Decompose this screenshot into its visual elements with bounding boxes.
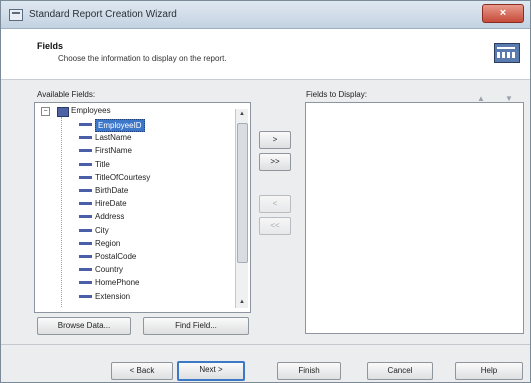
field-icon: [79, 136, 92, 140]
vertical-scrollbar[interactable]: ▲ ▲: [235, 109, 248, 308]
browse-data-button[interactable]: Browse Data...: [37, 317, 131, 335]
field-icon: [79, 228, 92, 232]
field-item[interactable]: PostalCode: [79, 251, 229, 262]
wizard-header: Fields Choose the information to display…: [1, 29, 530, 80]
field-icon: [79, 189, 92, 192]
field-label: HomePhone: [95, 278, 140, 288]
field-icon: [79, 294, 92, 298]
field-item[interactable]: Country: [79, 264, 229, 275]
field-item[interactable]: FirstName: [79, 145, 229, 156]
scroll-down-icon[interactable]: ▲: [236, 297, 248, 308]
field-label: BirthDate: [95, 186, 129, 195]
field-label: City: [95, 225, 109, 235]
field-item[interactable]: HomePhone: [79, 277, 229, 288]
field-label: TitleOfCourtesy: [95, 172, 151, 182]
scroll-thumb[interactable]: [237, 123, 248, 263]
remove-field-button[interactable]: <: [259, 195, 291, 213]
tree-root-employees[interactable]: Employees: [71, 106, 111, 115]
field-item[interactable]: LastName: [79, 132, 229, 143]
field-item[interactable]: Title: [79, 159, 229, 170]
field-icon: [79, 255, 92, 258]
back-button[interactable]: < Back: [111, 362, 173, 380]
field-label: Region: [95, 238, 121, 248]
wizard-window: Standard Report Creation Wizard × Fields…: [0, 0, 531, 383]
field-label: HireDate: [95, 199, 127, 209]
add-all-fields-button[interactable]: >>: [259, 153, 291, 171]
field-label: PostalCode: [95, 252, 137, 261]
field-icon: [79, 241, 92, 245]
app-icon: [9, 9, 23, 21]
field-item[interactable]: Region: [79, 238, 229, 249]
field-item[interactable]: Address: [79, 211, 229, 222]
report-icon: [494, 43, 520, 63]
remove-all-fields-button[interactable]: <<: [259, 217, 291, 235]
field-item[interactable]: HireDate: [79, 198, 229, 209]
table-icon: [57, 107, 69, 117]
available-fields-tree[interactable]: − Employees EmployeeID LastName FirstName T…: [34, 102, 251, 313]
field-icon: [79, 123, 92, 126]
footer-divider: [1, 344, 530, 345]
field-icon: [79, 215, 92, 219]
window-title: Standard Report Creation Wizard: [29, 9, 177, 20]
field-label: EmployeeID: [95, 119, 145, 132]
title-bar: Standard Report Creation Wizard ×: [1, 1, 530, 29]
fields-to-display-list[interactable]: [305, 102, 524, 334]
field-icon: [79, 175, 92, 179]
available-fields-label: Available Fields:: [37, 90, 96, 99]
page-subtitle: Choose the information to display on the…: [58, 54, 227, 63]
help-button[interactable]: Help: [455, 362, 523, 380]
fields-to-display-label: Fields to Display:: [306, 90, 367, 99]
next-button[interactable]: Next >: [177, 361, 245, 381]
field-icon: [79, 268, 92, 272]
field-label: Extension: [95, 291, 131, 301]
field-icon: [79, 281, 92, 285]
field-icon: [79, 149, 92, 153]
field-item[interactable]: Extension: [79, 291, 229, 302]
add-field-button[interactable]: >: [259, 131, 291, 149]
field-label: Title: [95, 159, 110, 169]
collapse-icon[interactable]: −: [41, 107, 50, 116]
finish-button[interactable]: Finish: [277, 362, 341, 380]
field-icon: [79, 162, 92, 166]
close-button[interactable]: ×: [482, 4, 524, 23]
tree-connector: [61, 117, 62, 307]
find-field-button[interactable]: Find Field...: [143, 317, 249, 335]
field-item[interactable]: City: [79, 225, 229, 236]
cancel-button[interactable]: Cancel: [367, 362, 433, 380]
field-item[interactable]: EmployeeID: [79, 119, 229, 132]
field-label: LastName: [95, 133, 132, 143]
field-label: Address: [95, 212, 125, 222]
field-icon: [79, 202, 92, 206]
field-item[interactable]: TitleOfCourtesy: [79, 172, 229, 183]
page-title: Fields: [37, 41, 64, 51]
scroll-up-icon[interactable]: ▲: [236, 109, 248, 120]
field-item[interactable]: BirthDate: [79, 185, 229, 196]
field-label: FirstName: [95, 146, 132, 156]
field-label: Country: [95, 265, 124, 275]
